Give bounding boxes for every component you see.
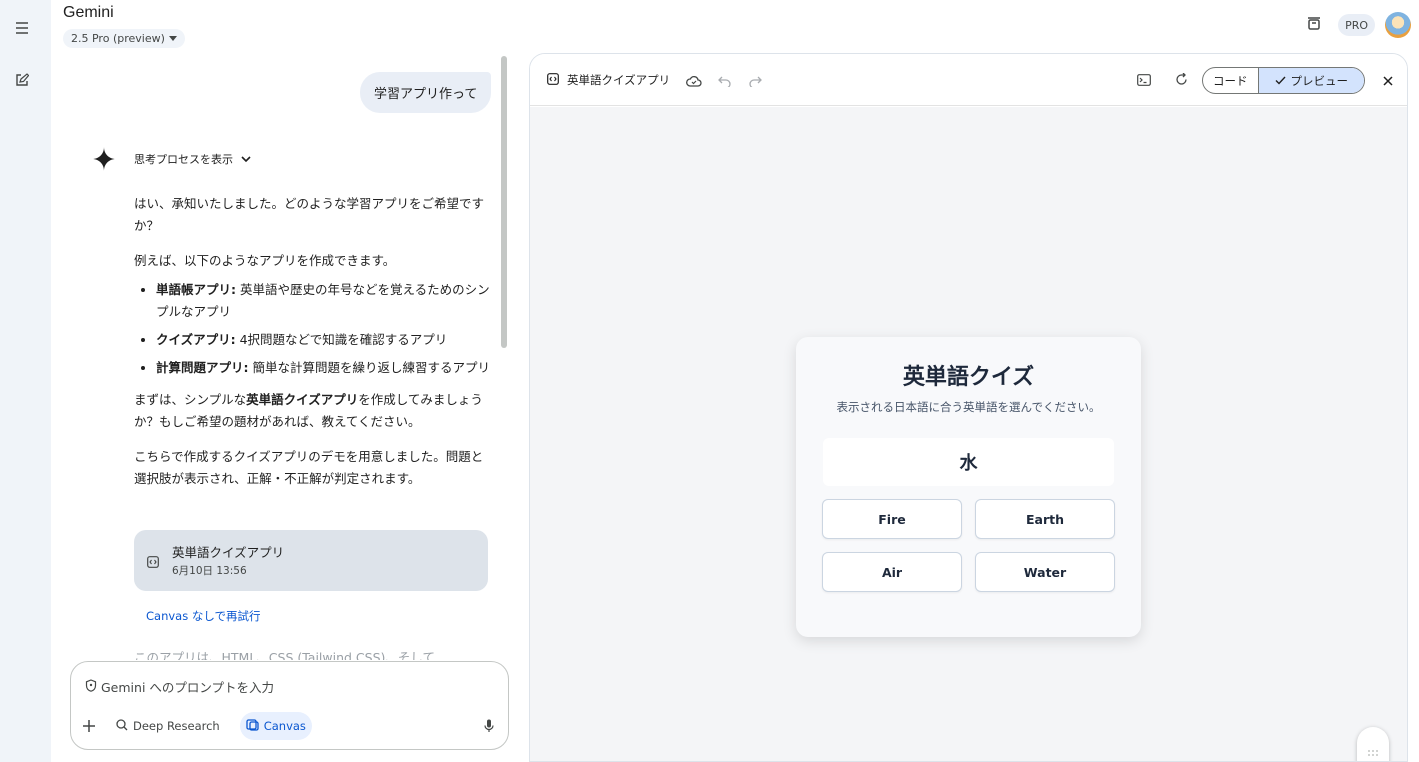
model-answer: はい、承知いたしました。どのような学習アプリをご希望ですか？ 例えば、以下のよう… <box>134 193 490 503</box>
redo-icon[interactable] <box>748 72 762 91</box>
gemini-sparkle-icon <box>91 146 117 172</box>
answer-list: 単語帳アプリ: 英単語や歴史の年号などを覚えるためのシンプルなアプリ クイズアプ… <box>156 279 490 379</box>
answer-paragraph: こちらで作成するクイズアプリのデモを用意しました。問題と選択肢が表示され、正解・… <box>134 449 484 486</box>
quiz-subtitle: 表示される日本語に合う英単語を選んでください。 <box>836 400 1101 414</box>
avatar[interactable] <box>1385 12 1411 38</box>
prompt-placeholder: Gemini へのプロンプトを入力 <box>101 680 275 695</box>
model-selector[interactable]: 2.5 Pro (preview) <box>63 29 185 48</box>
answer-paragraph: 例えば、以下のようなアプリを作成できます。 <box>134 253 396 268</box>
list-item-title: クイズアプリ: <box>156 332 236 347</box>
list-item-text: 4択問題などで知識を確認するアプリ <box>235 332 448 347</box>
retry-without-canvas-link[interactable]: Canvas なしで再試行 <box>146 608 261 624</box>
list-item: クイズアプリ: 4択問題などで知識を確認するアプリ <box>156 329 490 351</box>
list-item-title: 単語帳アプリ: <box>156 282 236 297</box>
canvas-button[interactable]: Canvas <box>239 712 312 740</box>
deep-research-label: Deep Research <box>133 719 220 733</box>
canvas-card[interactable]: 英単語クイズアプリ 6月10日 13:56 <box>134 530 488 591</box>
list-item: 計算問題アプリ: 簡単な計算問題を繰り返し練習するアプリ <box>156 357 490 379</box>
shield-icon <box>85 678 97 695</box>
top-right-bar: PRO <box>1306 12 1419 38</box>
prompt-tools: Deep Research Canvas <box>83 712 312 740</box>
quiz-title: 英単語クイズ <box>902 365 1035 390</box>
canvas-title-label: 英単語クイズアプリ <box>567 73 671 87</box>
answer-paragraph: はい、承知いたしました。どのような学習アプリをご希望ですか？ <box>134 196 485 233</box>
faded-answer-text: このアプリは、HTML、CSS (Tailwind CSS)、そして <box>134 650 436 660</box>
list-item-text: 簡単な計算問題を繰り返し練習するアプリ <box>248 360 490 375</box>
option-button[interactable]: Fire <box>822 499 962 539</box>
caret-down-icon <box>168 32 177 45</box>
quiz-word: 水 <box>823 438 1114 486</box>
code-box-icon <box>147 553 159 572</box>
undo-icon[interactable] <box>718 72 732 91</box>
pro-badge: PRO <box>1338 14 1375 36</box>
menu-icon[interactable] <box>10 16 34 40</box>
tab-preview[interactable]: プレビュー <box>1257 68 1364 93</box>
option-button[interactable]: Air <box>822 552 962 592</box>
deep-research-icon <box>115 718 128 734</box>
deep-research-button[interactable]: Deep Research <box>109 712 226 740</box>
chat-scrollbar[interactable] <box>501 56 507 348</box>
check-icon <box>1275 74 1286 88</box>
canvas-right-actions: コード プレビュー <box>1137 67 1393 94</box>
view-toggle: コード プレビュー <box>1202 67 1365 94</box>
main-area: Gemini 2.5 Pro (preview) PRO 学習アプリ作って 思考… <box>51 0 1419 762</box>
chat-column: 学習アプリ作って 思考プロセスを表示 はい、承知いたしました。どのような学習アプ… <box>51 55 506 660</box>
canvas-card-title: 英単語クイズアプリ <box>172 545 285 560</box>
show-thinking-label: 思考プロセスを表示 <box>134 153 233 166</box>
console-icon[interactable] <box>1137 71 1151 90</box>
floating-tools <box>1357 727 1389 761</box>
drag-handle-icon[interactable] <box>1368 741 1378 760</box>
canvas-icon <box>246 718 259 734</box>
quiz-card: 英単語クイズ 表示される日本語に合う英単語を選んでください。 水 Fire Ea… <box>796 337 1141 637</box>
tab-code[interactable]: コード <box>1203 68 1258 93</box>
add-icon[interactable] <box>83 717 95 736</box>
list-item-title: 計算問題アプリ: <box>156 360 249 375</box>
canvas-title: 英単語クイズアプリ <box>547 72 670 88</box>
canvas-card-date: 6月10日 13:56 <box>172 565 247 577</box>
tab-code-label: コード <box>1213 73 1248 88</box>
canvas-toolbar: 英単語クイズアプリ コード プレビュー <box>530 54 1407 106</box>
answer-paragraph: まずは、シンプルな英単語クイズアプリを作成してみましょうか？もしご希望の題材があ… <box>134 389 490 433</box>
canvas-label: Canvas <box>263 719 306 733</box>
prompt-input[interactable]: Gemini へのプロンプトを入力 <box>85 677 274 696</box>
preview-area: 英単語クイズ 表示される日本語に合う英単語を選んでください。 水 Fire Ea… <box>530 107 1407 761</box>
microphone-icon[interactable] <box>484 718 494 737</box>
show-thinking-toggle[interactable]: 思考プロセスを表示 <box>134 151 251 167</box>
side-rail <box>0 0 51 762</box>
close-icon[interactable] <box>1383 71 1393 90</box>
answer-bold: 英単語クイズアプリ <box>246 392 359 407</box>
code-box-icon <box>547 72 559 88</box>
canvas-panel: 英単語クイズアプリ コード プレビュー 英単語クイズ 表示される日本語に合う英単… <box>529 53 1408 762</box>
model-label: 2.5 Pro (preview) <box>71 32 165 45</box>
cloud-save-icon[interactable] <box>686 72 702 91</box>
list-item: 単語帳アプリ: 英単語や歴史の年号などを覚えるためのシンプルなアプリ <box>156 279 490 323</box>
tab-preview-label: プレビュー <box>1290 73 1349 88</box>
prompt-box: Gemini へのプロンプトを入力 Deep Research Canvas <box>70 661 509 750</box>
user-message: 学習アプリ作って <box>360 72 492 113</box>
chevron-down-icon <box>241 153 251 166</box>
temporary-chat-icon[interactable] <box>1306 15 1322 35</box>
option-button[interactable]: Earth <box>975 499 1115 539</box>
refresh-icon[interactable] <box>1175 71 1188 90</box>
answer-text: まずは、シンプルな <box>134 392 247 407</box>
canvas-title-actions <box>686 72 762 91</box>
new-chat-icon[interactable] <box>10 68 34 92</box>
option-button[interactable]: Water <box>975 552 1115 592</box>
app-title: Gemini <box>63 4 114 21</box>
